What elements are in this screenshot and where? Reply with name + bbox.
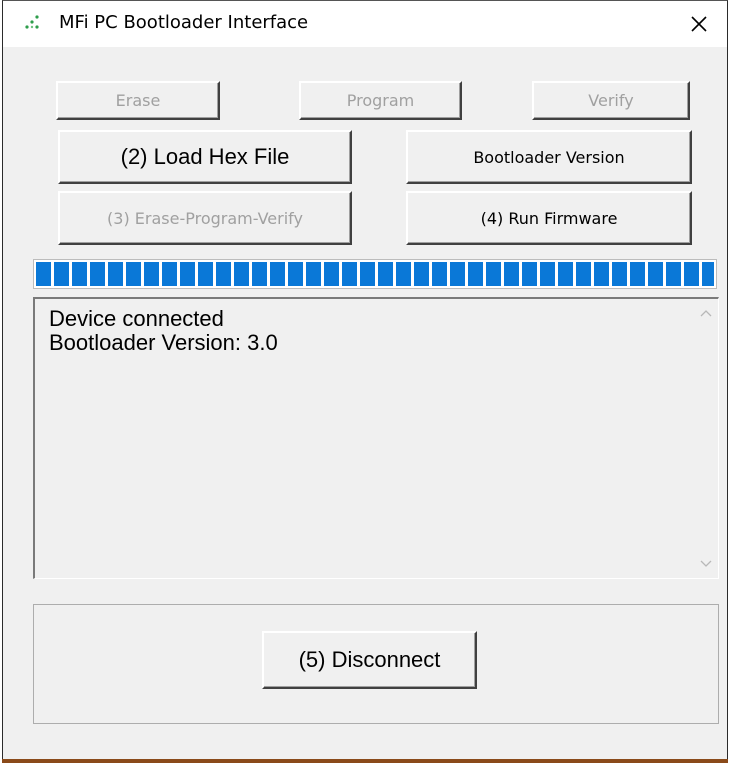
app-dots-icon — [25, 15, 39, 29]
erase-button[interactable]: Erase — [56, 81, 220, 120]
close-button[interactable] — [671, 1, 727, 47]
chevron-down-icon[interactable] — [700, 560, 712, 568]
log-line: Bootloader Version: 3.0 — [49, 330, 278, 355]
log-line: Device connected — [49, 306, 224, 331]
chevron-up-icon[interactable] — [700, 309, 712, 317]
bootloader-window: MFi PC Bootloader Interface Erase Progra… — [2, 0, 728, 761]
log-scrollbar[interactable] — [692, 299, 718, 578]
close-icon — [691, 16, 707, 32]
verify-button[interactable]: Verify — [532, 81, 690, 120]
load-hex-file-button[interactable]: (2) Load Hex File — [58, 130, 352, 184]
disconnect-button[interactable]: (5) Disconnect — [262, 631, 477, 689]
progress-fill — [36, 262, 714, 286]
run-firmware-button[interactable]: (4) Run Firmware — [406, 191, 692, 245]
bootloader-version-button[interactable]: Bootloader Version — [406, 130, 692, 184]
log-textbox[interactable]: Device connected Bootloader Version: 3.0 — [33, 297, 719, 579]
window-bottom-edge — [2, 759, 728, 763]
title-bar: MFi PC Bootloader Interface — [3, 1, 727, 47]
erase-program-verify-button[interactable]: (3) Erase-Program-Verify — [58, 191, 352, 245]
window-title: MFi PC Bootloader Interface — [59, 12, 309, 33]
program-button[interactable]: Program — [299, 81, 462, 120]
progress-bar — [33, 259, 717, 289]
